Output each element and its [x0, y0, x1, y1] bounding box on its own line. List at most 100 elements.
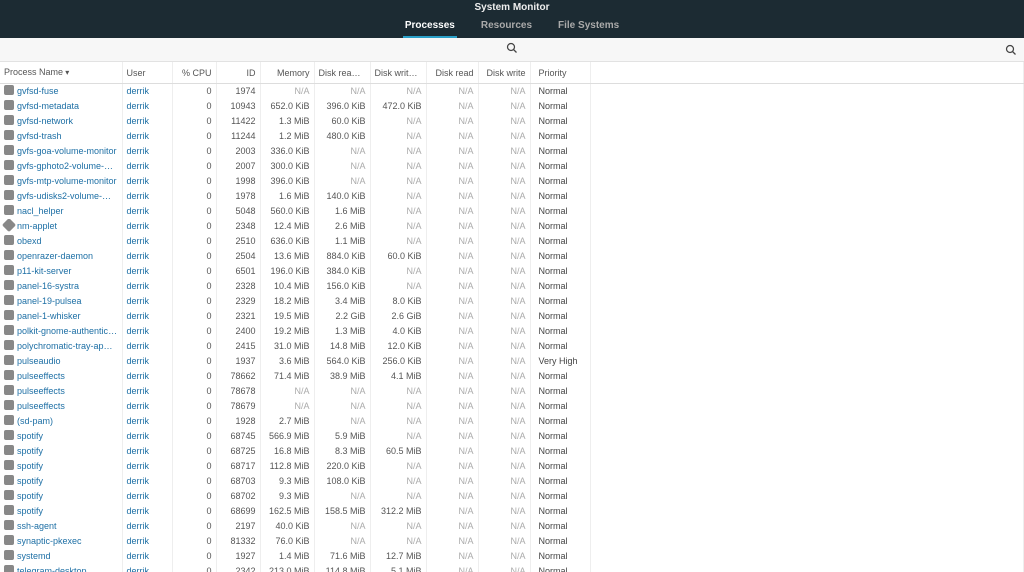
process-icon — [4, 400, 14, 410]
cell-memory: 300.0 KiB — [260, 159, 314, 174]
cell-id: 2197 — [216, 519, 260, 534]
table-row[interactable]: pulseaudioderrik019373.6 MiB564.0 KiB256… — [0, 354, 1024, 369]
table-row[interactable]: nm-appletderrik0234812.4 MiB2.6 MiBN/AN/… — [0, 219, 1024, 234]
table-row[interactable]: gvfs-goa-volume-monitorderrik02003336.0 … — [0, 144, 1024, 159]
cell-user: derrik — [122, 519, 172, 534]
col-header-wr[interactable]: Disk write — [478, 62, 530, 84]
cell-disk-read: N/A — [426, 279, 478, 294]
cell-disk-read: N/A — [426, 294, 478, 309]
table-row[interactable]: polychromatic-tray-appletderrik0241531.0… — [0, 339, 1024, 354]
process-icon — [4, 160, 14, 170]
col-header-cpu[interactable]: % CPU — [172, 62, 216, 84]
cell-disk-write-total: N/A — [370, 234, 426, 249]
table-row[interactable]: gvfsd-metadataderrik010943652.0 KiB396.0… — [0, 99, 1024, 114]
table-row[interactable]: gvfsd-fusederrik01974N/AN/AN/AN/AN/ANorm… — [0, 84, 1024, 100]
cell-disk-write-total: 60.5 MiB — [370, 444, 426, 459]
table-row[interactable]: polkit-gnome-authentication-agent-1derri… — [0, 324, 1024, 339]
cell-memory: 636.0 KiB — [260, 234, 314, 249]
cell-disk-read-total: 14.8 MiB — [314, 339, 370, 354]
cell-disk-read: N/A — [426, 129, 478, 144]
cell-priority: Normal — [530, 159, 590, 174]
cell-priority: Normal — [530, 174, 590, 189]
cell-memory: 3.6 MiB — [260, 354, 314, 369]
col-header-wrt[interactable]: Disk write total — [370, 62, 426, 84]
cell-user: derrik — [122, 534, 172, 549]
process-table-wrap[interactable]: Process NameUser% CPUIDMemoryDisk read t… — [0, 62, 1024, 572]
table-row[interactable]: synaptic-pkexecderrik08133276.0 KiBN/AN/… — [0, 534, 1024, 549]
cell-priority: Normal — [530, 549, 590, 564]
process-icon — [4, 385, 14, 395]
table-row[interactable]: spotifyderrik068699162.5 MiB158.5 MiB312… — [0, 504, 1024, 519]
table-row[interactable]: openrazer-daemonderrik0250413.6 MiB884.0… — [0, 249, 1024, 264]
cell-id: 68745 — [216, 429, 260, 444]
tab-resources[interactable]: Resources — [479, 16, 534, 38]
table-row[interactable]: gvfs-gphoto2-volume-monitorderrik0200730… — [0, 159, 1024, 174]
process-icon — [4, 190, 14, 200]
cell-disk-write: N/A — [478, 564, 530, 572]
table-row[interactable]: systemdderrik019271.4 MiB71.6 MiB12.7 Mi… — [0, 549, 1024, 564]
cell-priority: Normal — [530, 129, 590, 144]
table-row[interactable]: gvfsd-trashderrik0112441.2 MiB480.0 KiBN… — [0, 129, 1024, 144]
table-row[interactable]: panel-19-pulseaderrik0232918.2 MiB3.4 Mi… — [0, 294, 1024, 309]
table-row[interactable]: spotifyderrik068717112.8 MiB220.0 KiBN/A… — [0, 459, 1024, 474]
cell-disk-read-total: 564.0 KiB — [314, 354, 370, 369]
cell-id: 1927 — [216, 549, 260, 564]
cell-disk-read: N/A — [426, 534, 478, 549]
table-row[interactable]: panel-1-whiskerderrik0232119.5 MiB2.2 Gi… — [0, 309, 1024, 324]
table-row[interactable]: p11-kit-serverderrik06501196.0 KiB384.0 … — [0, 264, 1024, 279]
table-row[interactable]: gvfs-mtp-volume-monitorderrik01998396.0 … — [0, 174, 1024, 189]
search-bar[interactable] — [0, 38, 1024, 62]
cell-disk-read-total: 38.9 MiB — [314, 369, 370, 384]
table-row[interactable]: spotifyderrik0687039.3 MiB108.0 KiBN/AN/… — [0, 474, 1024, 489]
search-toggle-button[interactable] — [1002, 41, 1020, 59]
table-row[interactable]: nacl_helperderrik05048560.0 KiB1.6 MiBN/… — [0, 204, 1024, 219]
col-header-rd[interactable]: Disk read — [426, 62, 478, 84]
cell-disk-read: N/A — [426, 384, 478, 399]
tab-file-systems[interactable]: File Systems — [556, 16, 621, 38]
table-row[interactable]: spotifyderrik068745566.9 MiB5.9 MiBN/AN/… — [0, 429, 1024, 444]
cell-process-name: synaptic-pkexec — [0, 534, 122, 549]
table-row[interactable]: obexdderrik02510636.0 KiB1.1 MiBN/AN/AN/… — [0, 234, 1024, 249]
table-row[interactable]: spotifyderrik06872516.8 MiB8.3 MiB60.5 M… — [0, 444, 1024, 459]
table-row[interactable]: pulseeffectsderrik07866271.4 MiB38.9 MiB… — [0, 369, 1024, 384]
cell-priority: Normal — [530, 414, 590, 429]
cell-disk-write: N/A — [478, 504, 530, 519]
col-header-rdt[interactable]: Disk read total — [314, 62, 370, 84]
table-row[interactable]: ssh-agentderrik0219740.0 KiBN/AN/AN/AN/A… — [0, 519, 1024, 534]
cell-id: 5048 — [216, 204, 260, 219]
cell-cpu: 0 — [172, 354, 216, 369]
cell-id: 1978 — [216, 189, 260, 204]
cell-user: derrik — [122, 564, 172, 572]
col-header-user[interactable]: User — [122, 62, 172, 84]
col-header-name[interactable]: Process Name — [0, 62, 122, 84]
table-row[interactable]: pulseeffectsderrik078678N/AN/AN/AN/AN/AN… — [0, 384, 1024, 399]
tab-processes[interactable]: Processes — [403, 16, 457, 38]
cell-memory: 76.0 KiB — [260, 534, 314, 549]
table-row[interactable]: panel-16-systraderrik0232810.4 MiB156.0 … — [0, 279, 1024, 294]
cell-memory: 71.4 MiB — [260, 369, 314, 384]
table-row[interactable]: spotifyderrik0687029.3 MiBN/AN/AN/AN/ANo… — [0, 489, 1024, 504]
cell-disk-write: N/A — [478, 99, 530, 114]
cell-disk-write-total: 312.2 MiB — [370, 504, 426, 519]
table-row[interactable]: (sd-pam)derrik019282.7 MiBN/AN/AN/AN/ANo… — [0, 414, 1024, 429]
cell-disk-write: N/A — [478, 129, 530, 144]
cell-memory: 1.2 MiB — [260, 129, 314, 144]
table-row[interactable]: gvfs-udisks2-volume-monitorderrik019781.… — [0, 189, 1024, 204]
table-body: gvfsd-fusederrik01974N/AN/AN/AN/AN/ANorm… — [0, 84, 1024, 572]
col-header-prio[interactable]: Priority — [530, 62, 590, 84]
table-row[interactable]: gvfsd-networkderrik0114221.3 MiB60.0 KiB… — [0, 114, 1024, 129]
cell-priority: Normal — [530, 459, 590, 474]
cell-user: derrik — [122, 549, 172, 564]
table-row[interactable]: pulseeffectsderrik078679N/AN/AN/AN/AN/AN… — [0, 399, 1024, 414]
cell-disk-read-total: N/A — [314, 144, 370, 159]
cell-process-name: spotify — [0, 504, 122, 519]
cell-disk-write: N/A — [478, 189, 530, 204]
table-row[interactable]: telegram-desktopderrik02342213.0 MiB114.… — [0, 564, 1024, 572]
cell-id: 11244 — [216, 129, 260, 144]
col-header-id[interactable]: ID — [216, 62, 260, 84]
col-header-mem[interactable]: Memory — [260, 62, 314, 84]
cell-memory: 13.6 MiB — [260, 249, 314, 264]
process-icon — [4, 145, 14, 155]
cell-process-name: ssh-agent — [0, 519, 122, 534]
cell-disk-read: N/A — [426, 249, 478, 264]
